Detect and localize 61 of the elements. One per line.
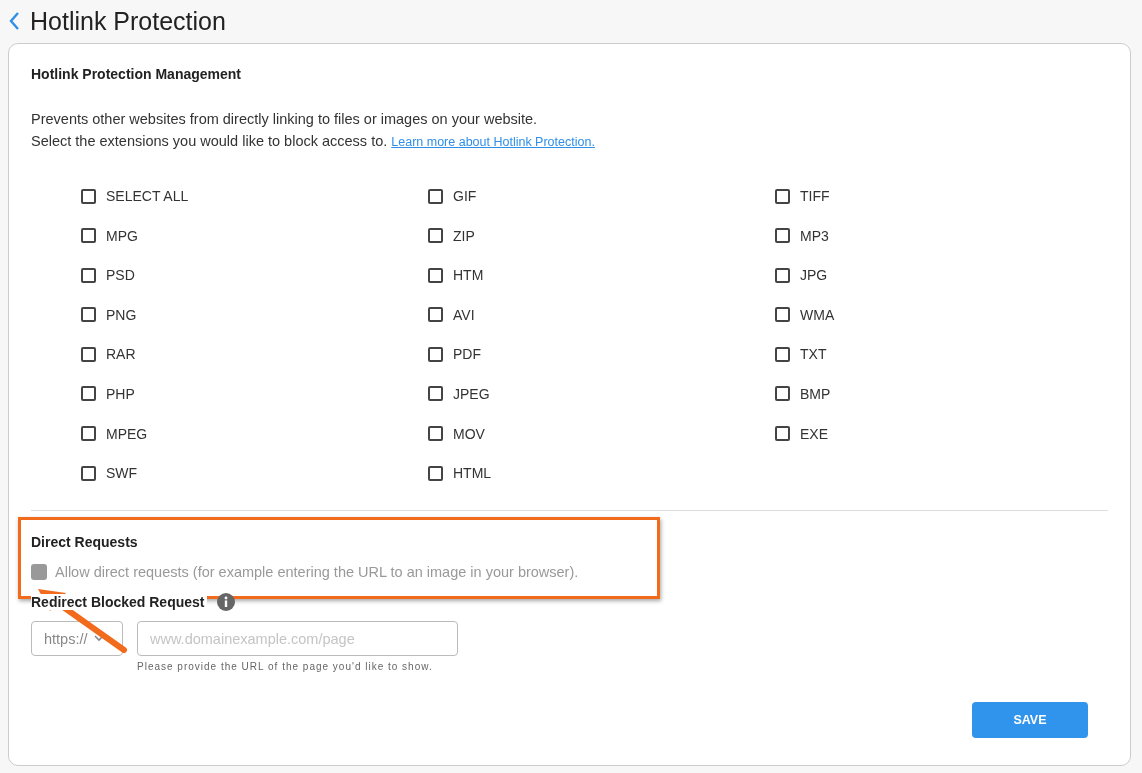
checkbox-label: MOV [453, 425, 485, 442]
protocol-dropdown[interactable]: https:// [31, 621, 123, 657]
page-title: Hotlink Protection [30, 6, 226, 36]
checkbox-label: GIF [453, 188, 477, 204]
section-heading: Direct Requests [31, 534, 139, 551]
checkbox[interactable] [428, 228, 443, 244]
learn-more-link[interactable]: Learn more about Hotlink Protection. [391, 135, 595, 149]
checkbox-label: JPEG [453, 385, 490, 402]
checkbox-label: WMA [800, 306, 835, 323]
checkbox[interactable] [428, 307, 443, 323]
checkbox[interactable] [428, 426, 443, 442]
checkbox-label: SWF [106, 465, 138, 482]
checkbox-label: Allow direct requests (for example entering the URL to an image in your browser). [55, 564, 579, 581]
checkbox[interactable] [81, 346, 96, 362]
checkbox[interactable] [81, 307, 96, 323]
checkbox-label: PSD [106, 267, 135, 284]
checkbox[interactable] [81, 426, 96, 442]
checkbox-label: TXT [800, 346, 827, 363]
chevron-icon [93, 635, 104, 643]
section-heading: Redirect Blocked Request [31, 594, 207, 611]
checkbox[interactable] [81, 267, 96, 283]
save-button[interactable]: SAVE [972, 702, 1088, 738]
info-icon[interactable] [216, 593, 235, 612]
checkbox-label: MPEG [106, 425, 148, 442]
checkbox[interactable] [81, 188, 96, 204]
checkbox-label: PNG [106, 306, 137, 323]
url-field[interactable]: www.domainexample.com/page [137, 621, 458, 657]
checkbox[interactable] [428, 346, 443, 362]
checkbox[interactable] [81, 465, 96, 481]
checkbox[interactable] [775, 267, 790, 283]
checkbox[interactable] [428, 267, 443, 283]
checkbox[interactable] [428, 386, 443, 402]
checkbox-label: HTM [453, 267, 484, 284]
checkbox[interactable] [775, 346, 790, 362]
checkbox[interactable] [81, 228, 96, 244]
checkbox-label: TIFF [800, 188, 830, 204]
back-icon[interactable] [8, 11, 20, 31]
checkbox-label: SELECT ALL [106, 188, 189, 204]
checkbox[interactable] [775, 228, 790, 244]
checkbox[interactable] [428, 465, 443, 481]
checkbox[interactable] [775, 386, 790, 402]
checkbox[interactable] [775, 307, 790, 323]
checkbox-label: AVI [453, 306, 475, 323]
checkbox[interactable] [775, 188, 790, 204]
checkbox-label: PHP [106, 385, 135, 402]
checkbox-label: HTML [453, 465, 492, 482]
description-text: Prevents other websites from directly linking to files or images on your website. [31, 110, 539, 129]
checkbox[interactable] [428, 188, 443, 204]
hint-text: Please provide the URL of the page you'd like to show. [137, 661, 434, 673]
section-heading: Hotlink Protection Management [31, 66, 243, 82]
checkbox-label: ZIP [453, 227, 475, 244]
checkbox-label: BMP [800, 385, 831, 402]
checkbox-label: MPG [106, 227, 138, 244]
checkbox-label: JPG [800, 267, 828, 284]
checkbox-label: RAR [106, 346, 136, 363]
checkbox-label: MP3 [800, 227, 829, 244]
checkbox-label: PDF [453, 346, 481, 363]
checkbox[interactable] [775, 426, 790, 442]
checkbox-label: EXE [800, 425, 828, 442]
instruction-text: Select the extensions you would like to block access to. Learn more about Hotlink Protection. [31, 132, 596, 151]
checkbox[interactable] [81, 386, 96, 402]
